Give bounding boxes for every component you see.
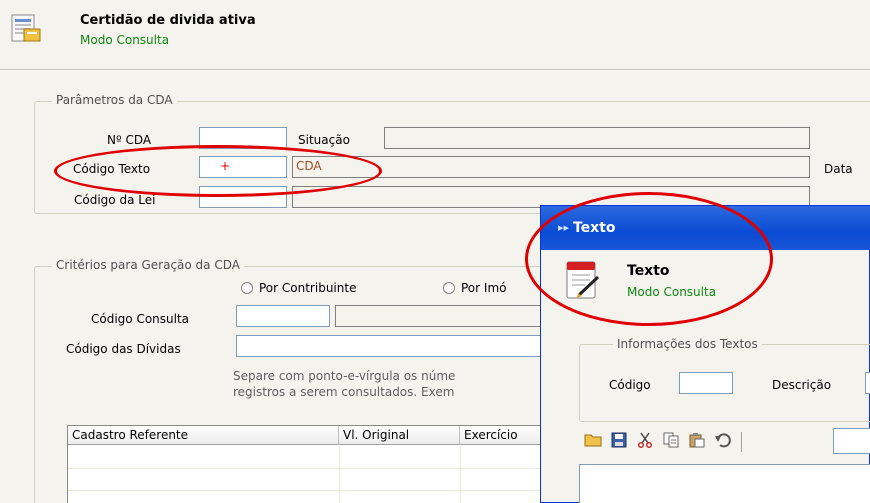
save-icon[interactable]: [609, 432, 629, 452]
situacao-label: Situação: [298, 133, 350, 147]
copy-icon[interactable]: [661, 432, 681, 452]
table-row-divider: [68, 468, 548, 469]
nr-cda-label: Nº CDA: [107, 133, 152, 147]
codigo-dividas-input[interactable]: [236, 335, 546, 357]
toolbar-font-box[interactable]: [833, 428, 870, 454]
open-folder-icon[interactable]: [583, 432, 603, 452]
column-header[interactable]: Vl. Original: [339, 426, 460, 445]
codigo-lei-label: Código da Lei: [74, 193, 156, 207]
radio-por-contribuinte-label: Por Contribuinte: [259, 281, 357, 295]
cut-icon[interactable]: [635, 432, 655, 452]
radio-por-imovel[interactable]: [443, 282, 455, 294]
table-row-divider: [68, 490, 548, 491]
column-header[interactable]: Exercício: [460, 426, 548, 445]
column-header[interactable]: Cadastro Referente: [68, 426, 339, 445]
codigo-dividas-label: Código das Dívidas: [66, 342, 181, 356]
page-mode: Modo Consulta: [80, 33, 170, 47]
dialog-descricao-input[interactable]: [865, 372, 870, 394]
undo-icon[interactable]: [713, 432, 733, 452]
paste-icon[interactable]: [687, 432, 707, 452]
hint-line-1: Separe com ponto-e-vírgula os núme: [233, 369, 456, 383]
codigo-consulta-input[interactable]: [236, 305, 330, 327]
codigo-consulta-description: [335, 305, 545, 327]
text-content-area[interactable]: [579, 464, 870, 503]
radio-por-imovel-label: Por Imó: [461, 281, 507, 295]
dialog-codigo-label: Código: [609, 378, 651, 392]
results-table[interactable]: Cadastro Referente Vl. Original Exercíci…: [67, 425, 548, 503]
radio-por-contribuinte[interactable]: [241, 282, 253, 294]
data-label: Data: [824, 162, 853, 176]
document-list-icon: [11, 14, 41, 42]
group-params-legend: Parâmetros da CDA: [52, 93, 177, 107]
annotation-ellipse-codigo-texto: [54, 145, 382, 197]
hint-line-2: registros a serem consultados. Exem: [233, 385, 455, 399]
page-title: Certidão de divida ativa: [80, 13, 256, 28]
table-col-divider: [460, 446, 461, 503]
header-divider: [0, 69, 870, 71]
situacao-input[interactable]: [384, 127, 810, 149]
group-info-textos-legend: Informações dos Textos: [613, 337, 762, 351]
annotation-ellipse-dialog-header: [525, 192, 773, 326]
table-col-divider: [339, 446, 340, 503]
codigo-consulta-label: Código Consulta: [91, 312, 190, 326]
toolbar-separator: [741, 432, 742, 452]
dialog-codigo-input[interactable]: [679, 372, 733, 394]
dialog-descricao-label: Descrição: [772, 378, 832, 392]
group-criteria-legend: Critérios para Geração da CDA: [52, 258, 244, 272]
